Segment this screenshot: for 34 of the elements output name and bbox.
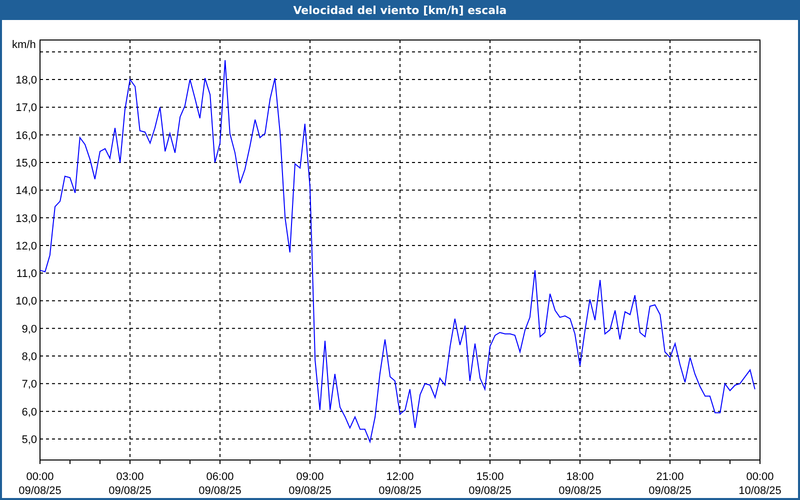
y-tick-label: 11,0 — [16, 268, 37, 280]
x-tick-date: 10/08/25 — [738, 485, 782, 497]
x-tick-time: 12:00 — [386, 471, 414, 483]
window-title: Velocidad del viento [km/h] escala — [0, 0, 800, 20]
y-tick-label: 13,0 — [16, 212, 37, 225]
y-tick-label: 15,0 — [16, 158, 37, 170]
x-tick-date: 09/08/25 — [198, 485, 242, 497]
y-tick-label: 6,0 — [22, 406, 37, 418]
y-tick-label: 18,0 — [16, 74, 37, 87]
x-tick-time: 09:00 — [296, 471, 324, 483]
x-tick-date: 09/08/25 — [648, 485, 692, 497]
x-tick-time: 00:00 — [746, 471, 774, 483]
y-tick-label: 17,0 — [16, 102, 37, 114]
x-tick-time: 03:00 — [116, 471, 144, 483]
y-tick-label: 5,0 — [22, 434, 37, 446]
x-tick-date: 09/08/25 — [288, 485, 332, 497]
x-tick-date: 09/08/25 — [108, 485, 152, 497]
y-tick-label: 16,0 — [16, 130, 37, 142]
y-tick-label: 7,0 — [22, 378, 37, 391]
x-tick-date: 09/08/25 — [378, 485, 422, 497]
y-axis-unit: km/h — [12, 39, 36, 51]
x-tick-date: 09/08/25 — [558, 485, 602, 497]
y-tick-label: 12,0 — [16, 240, 37, 252]
x-tick-date: 09/08/25 — [468, 485, 512, 497]
x-tick-time: 06:00 — [206, 471, 234, 483]
x-tick-date: 09/08/25 — [18, 485, 62, 497]
x-tick-time: 18:00 — [566, 471, 594, 483]
y-tick-label: 8,0 — [22, 351, 37, 364]
y-tick-label: 9,0 — [22, 323, 37, 336]
x-tick-time: 15:00 — [476, 471, 504, 483]
x-tick-time: 00:00 — [26, 471, 54, 483]
y-tick-label: 14,0 — [16, 185, 37, 198]
y-tick-label: 10,0 — [16, 296, 37, 308]
x-tick-time: 21:00 — [656, 471, 684, 483]
